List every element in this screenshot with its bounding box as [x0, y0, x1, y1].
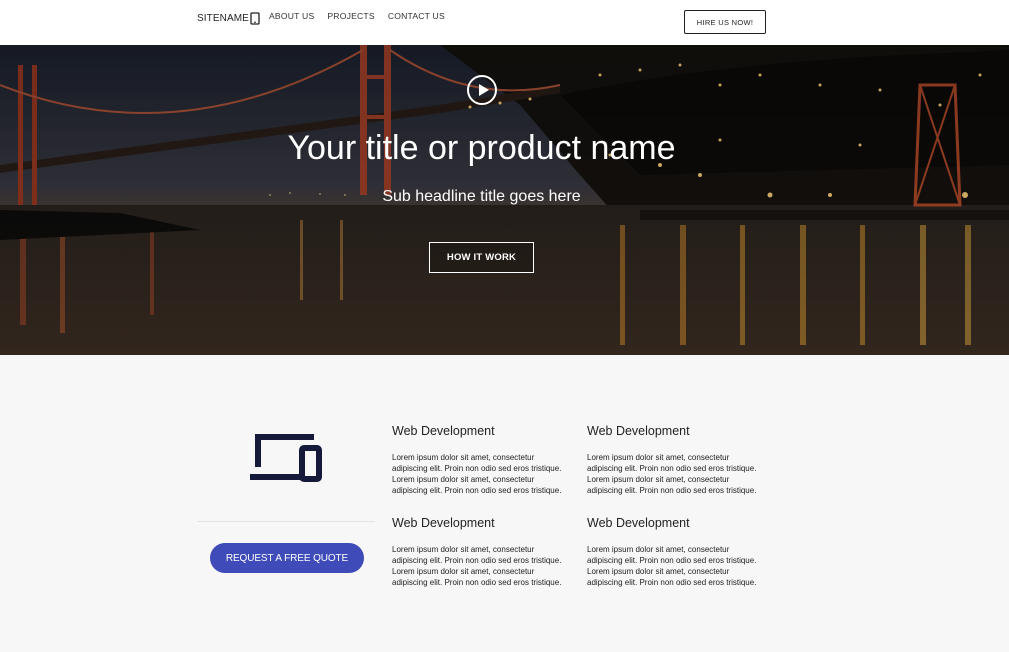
feature-card-title: Web Development: [392, 424, 495, 438]
hero-title: Your title or product name: [287, 129, 676, 167]
nav-about-us[interactable]: ABOUT US: [269, 11, 314, 21]
site-name[interactable]: SITENAME: [197, 13, 249, 24]
divider: [197, 521, 375, 522]
site-brand[interactable]: SITENAME: [197, 12, 260, 25]
feature-card-text: Lorem ipsum dolor sit amet, consectetur …: [587, 545, 757, 587]
hero-subtitle: Sub headline title goes here: [382, 188, 581, 205]
feature-card-text: Lorem ipsum dolor sit amet, consectetur …: [587, 453, 757, 495]
feature-card-text: Lorem ipsum dolor sit amet, consectetur …: [392, 545, 562, 587]
tablet-icon: [250, 12, 260, 25]
feature-card: Web Development Lorem ipsum dolor sit am…: [587, 516, 765, 588]
feature-card-title: Web Development: [392, 516, 495, 530]
feature-card: Web Development Lorem ipsum dolor sit am…: [392, 516, 570, 588]
feature-card: Web Development Lorem ipsum dolor sit am…: [392, 424, 570, 496]
devices-icon: [250, 433, 324, 488]
how-it-work-button[interactable]: HOW IT WORK: [429, 242, 534, 273]
hire-us-button[interactable]: HIRE US NOW!: [684, 10, 766, 34]
top-navbar: SITENAME ABOUT US PROJECTS CONTACT US HI…: [0, 0, 1009, 45]
feature-card-title: Web Development: [587, 424, 690, 438]
main-nav: ABOUT US PROJECTS CONTACT US: [269, 11, 445, 21]
feature-card-text: Lorem ipsum dolor sit amet, consectetur …: [392, 453, 562, 495]
request-quote-button[interactable]: REQUEST A FREE QUOTE: [210, 543, 364, 573]
feature-card: Web Development Lorem ipsum dolor sit am…: [587, 424, 765, 496]
hero-section: Your title or product name Sub headline …: [0, 45, 1009, 355]
nav-projects[interactable]: PROJECTS: [327, 11, 374, 21]
play-video-icon[interactable]: [467, 75, 497, 105]
features-section: REQUEST A FREE QUOTE Web Development Lor…: [0, 355, 1009, 652]
feature-card-title: Web Development: [587, 516, 690, 530]
nav-contact-us[interactable]: CONTACT US: [388, 11, 445, 21]
